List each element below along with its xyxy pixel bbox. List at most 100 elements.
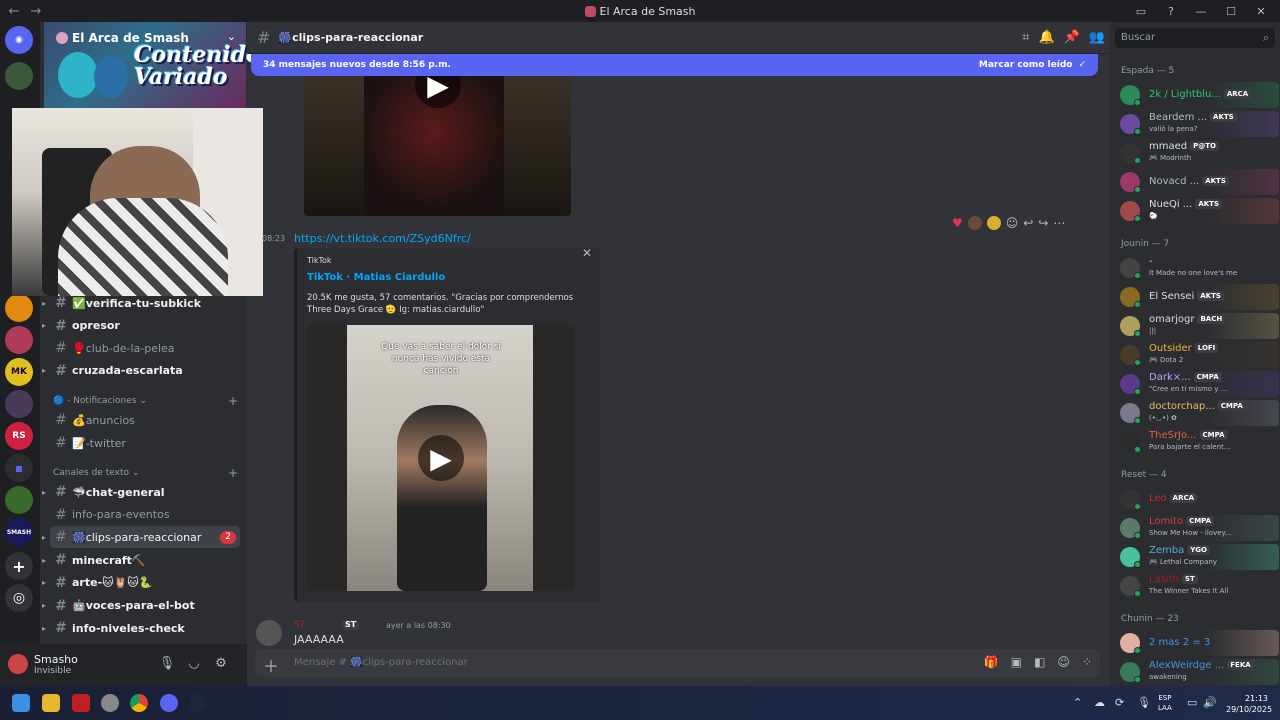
member-item[interactable]: Beardem ... AKTS valió la pena? xyxy=(1117,111,1279,137)
channel-item[interactable]: ▸ # 🎆clips-para-reaccionar 2 xyxy=(42,526,240,549)
app-icon[interactable] xyxy=(101,694,119,712)
member-item[interactable]: 2 mas 2 = 3 xyxy=(1117,630,1279,656)
emoji-icon[interactable]: ☺ xyxy=(1057,655,1070,669)
channel-item[interactable]: ▸ # opresor xyxy=(42,315,240,337)
avatar[interactable] xyxy=(8,654,28,674)
channel-item[interactable]: ▸ # 🦈chat-general xyxy=(42,481,240,503)
server-icon-5[interactable] xyxy=(5,390,33,418)
play-icon[interactable]: ▶ xyxy=(418,435,464,481)
windows-start-icon[interactable] xyxy=(12,694,30,712)
category-notifications[interactable]: 🔵 - Notificaciones ⌄ + xyxy=(53,393,238,409)
member-item[interactable]: Leo ARCA xyxy=(1117,486,1279,512)
minimize-icon[interactable]: — xyxy=(1188,5,1214,18)
server-banner[interactable]: El Arca de Smash ⌄ Contenido Variado xyxy=(44,22,261,108)
server-icon-rs[interactable]: RS xyxy=(5,422,33,450)
video-thumbnail-previous[interactable]: ▶ xyxy=(304,76,571,216)
reply-icon[interactable]: ↩ xyxy=(1023,216,1033,230)
volume-icon[interactable]: 🔊 xyxy=(1203,696,1217,709)
emoji-reaction-icon[interactable] xyxy=(986,216,1001,230)
add-reaction-icon[interactable]: ☺ xyxy=(1006,216,1019,230)
close-window-icon[interactable]: ✕ xyxy=(1248,5,1274,18)
member-item[interactable]: omarjogr BACH ||| xyxy=(1117,313,1279,339)
clock[interactable]: 21:13 29/10/2025 xyxy=(1226,693,1272,715)
heart-reaction-icon[interactable]: ♥ xyxy=(952,216,963,230)
more-options-icon[interactable]: ⋯ xyxy=(1053,216,1065,230)
language-indicator[interactable]: ESP LAA xyxy=(1158,693,1172,713)
member-item[interactable]: mmaed P@TO 🎮 Modrinth xyxy=(1117,140,1279,166)
gif-icon[interactable]: ▣ xyxy=(1011,655,1022,669)
channel-item[interactable]: ▸ # cruzada-escarlata xyxy=(42,360,240,382)
member-item[interactable]: NueQi ... AKTS 🐑 xyxy=(1117,198,1279,224)
member-item[interactable]: Novacd ... AKTS xyxy=(1117,169,1279,195)
add-channel-icon[interactable]: + xyxy=(228,394,238,408)
file-explorer-icon[interactable] xyxy=(42,694,60,712)
pin-icon[interactable]: 📌 xyxy=(1064,30,1080,45)
embed-title[interactable]: TikTok · Matias Ciardullo xyxy=(307,272,445,283)
emoji-reaction-icon[interactable] xyxy=(967,216,982,230)
member-item[interactable]: Lasith ST The Winner Takes It All xyxy=(1117,573,1279,599)
member-item[interactable]: Outsider LOFI 🎮 Dota 2 xyxy=(1117,342,1279,368)
microphone-icon[interactable]: 🎙 xyxy=(1137,696,1151,709)
forward-icon[interactable]: ↪ xyxy=(1038,216,1048,230)
member-item[interactable]: El Sensei AKTS xyxy=(1117,284,1279,310)
members-icon[interactable]: 👥 xyxy=(1089,30,1105,45)
video-thumbnail[interactable]: Que vas a saber el dolor si nunca has vi… xyxy=(307,325,574,591)
apps-icon[interactable]: ⁘ xyxy=(1082,655,1092,669)
microphone-icon[interactable]: 🎙 xyxy=(158,656,176,671)
member-item[interactable]: AlexWeirdge ... FEKA awakening xyxy=(1117,659,1279,685)
server-icon-1[interactable] xyxy=(5,62,33,90)
member-item[interactable]: Zemba YGO 🎮 Lethal Company xyxy=(1117,544,1279,570)
forward-arrow-icon[interactable]: → xyxy=(28,4,44,19)
message-composer[interactable]: ＋ Mensaje # 🎆clips-para-reaccionar 🎁 ▣ ◧… xyxy=(255,649,1100,677)
channel-item[interactable]: # 💰anuncios xyxy=(50,409,240,431)
sticker-icon[interactable]: ◧ xyxy=(1034,655,1045,669)
member-item[interactable]: doctorchap... CMPA (•◡•) ✿ xyxy=(1117,400,1279,426)
settings-gear-icon[interactable]: ⚙ xyxy=(212,656,230,671)
add-attachment-icon[interactable]: ＋ xyxy=(263,653,279,677)
server-icon-4[interactable]: MK xyxy=(5,358,33,386)
server-icon-smash[interactable]: SMASH xyxy=(5,518,33,546)
folder-icon[interactable]: ▪ xyxy=(5,454,33,482)
bell-icon[interactable]: 🔔 xyxy=(1038,30,1054,45)
server-icon-2[interactable] xyxy=(5,294,33,322)
server-icon-6[interactable] xyxy=(5,486,33,514)
member-item[interactable]: Lomito CMPA Show Me How - ilovey... xyxy=(1117,515,1279,541)
gift-icon[interactable]: 🎁 xyxy=(984,655,999,669)
member-item[interactable]: - It Made no one love's me xyxy=(1117,255,1279,281)
threads-icon[interactable]: ⌗ xyxy=(1022,30,1029,45)
channel-item[interactable]: # 🥊club-de-la-pelea xyxy=(50,337,240,359)
headphones-icon[interactable]: ◡ xyxy=(185,656,203,671)
maximize-icon[interactable]: ☐ xyxy=(1218,5,1244,18)
chrome-icon[interactable] xyxy=(130,694,148,712)
composer-placeholder[interactable]: Mensaje # 🎆clips-para-reaccionar xyxy=(294,657,468,668)
explore-icon[interactable]: ◎ xyxy=(5,584,33,612)
inbox-icon[interactable]: ▭ xyxy=(1128,5,1154,18)
cloud-icon[interactable]: ☁ xyxy=(1094,696,1105,709)
app-icon[interactable] xyxy=(72,694,90,712)
channel-item[interactable]: # 📝-twitter xyxy=(50,432,240,454)
message-link[interactable]: https://vt.tiktok.com/ZSyd6Nfrc/ xyxy=(294,232,471,245)
search-input[interactable]: Buscar ⌕ xyxy=(1115,28,1275,48)
add-channel-icon[interactable]: + xyxy=(228,466,238,480)
category-text-channels[interactable]: Canales de texto ⌄ + xyxy=(53,465,238,481)
channel-item[interactable]: ▸ # arte-🐱🦉🐱🐍 xyxy=(42,572,240,594)
channel-item[interactable]: ▸ # minecraft⛏️ xyxy=(42,549,240,571)
steam-icon[interactable] xyxy=(189,694,207,712)
member-item[interactable]: Dark×... CMPA "Cree en ti mismo y ... xyxy=(1117,371,1279,397)
network-icon[interactable]: ▭ xyxy=(1187,696,1197,709)
member-item[interactable]: TheSrJo... CMPA Para bajarte el calent... xyxy=(1117,429,1279,455)
avatar[interactable] xyxy=(256,620,282,646)
server-icon-3[interactable] xyxy=(5,326,33,354)
discord-home-icon[interactable]: ◉ xyxy=(5,26,33,54)
channel-item[interactable]: ▸ # info-niveles-check xyxy=(42,617,240,639)
member-item[interactable]: 2k / Lightblu... ARCA xyxy=(1117,82,1279,108)
new-messages-bar[interactable]: 34 mensajes nuevos desde 8:56 p.m. Marca… xyxy=(251,54,1098,76)
add-server-icon[interactable]: + xyxy=(5,552,33,580)
close-icon[interactable]: ✕ xyxy=(582,246,592,260)
channel-item[interactable]: ▸ # 🤖voces-para-el-bot xyxy=(42,595,240,617)
channel-item[interactable]: ▸ # ✅verifica-tu-subkick xyxy=(42,292,240,314)
help-icon[interactable]: ? xyxy=(1158,5,1184,18)
sync-icon[interactable]: ⟳ xyxy=(1115,696,1124,709)
channel-item[interactable]: # info-para-eventos xyxy=(50,504,240,526)
back-arrow-icon[interactable]: ← xyxy=(6,4,22,19)
